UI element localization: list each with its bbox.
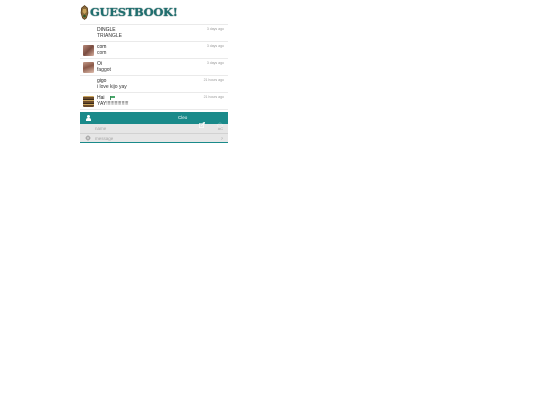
- message-field[interactable]: message ?: [80, 133, 228, 142]
- message-time: 3 days ago: [206, 44, 224, 48]
- message-time: 3 days ago: [206, 27, 224, 31]
- user-toolbar: Cleo: [80, 112, 228, 129]
- guestbook-logo: GUESTBOOK!: [90, 5, 178, 19]
- message-text: faggot: [97, 67, 111, 73]
- message-item: DINGLE TRIANGLE 3 days ago: [80, 25, 228, 42]
- message-placeholder: message: [95, 136, 114, 141]
- gear-icon[interactable]: [85, 135, 91, 141]
- post-form: name #C message ?: [80, 124, 228, 143]
- name-field[interactable]: name #C: [80, 124, 228, 133]
- message-text: com: [97, 50, 107, 56]
- name-tag: #C: [217, 126, 223, 131]
- message-text: i love kijo yay: [97, 84, 127, 90]
- username-label[interactable]: Cleo: [178, 115, 187, 120]
- message-list: DINGLE TRIANGLE 3 days ago com com 3 day…: [80, 24, 228, 110]
- message-time: 21 hours ago: [203, 95, 224, 99]
- message-item: Oi faggot 3 days ago: [80, 59, 228, 76]
- flag-icon: [109, 96, 115, 100]
- power-icon[interactable]: [217, 115, 223, 129]
- user-icon[interactable]: [86, 115, 91, 121]
- message-text: YAY!!!!!!!!!!!!!!!!: [97, 101, 129, 107]
- message-tag: ?: [220, 136, 223, 141]
- message-time: 21 hours ago: [203, 78, 224, 82]
- lion-emblem-icon: [80, 4, 89, 20]
- guestbook-header: GUESTBOOK!: [80, 0, 228, 24]
- message-item: com com 3 days ago: [80, 42, 228, 59]
- name-placeholder: name: [95, 126, 107, 131]
- message-text: TRIANGLE: [97, 33, 123, 39]
- message-time: 3 days ago: [206, 61, 224, 65]
- edit-icon[interactable]: [199, 115, 205, 128]
- guestbook-widget: GUESTBOOK! DINGLE TRIANGLE 3 days ago co…: [80, 0, 228, 143]
- avatar: [83, 45, 94, 56]
- avatar: [83, 96, 94, 107]
- avatar: [83, 62, 94, 73]
- message-item: Hai YAY!!!!!!!!!!!!!!!! 21 hours ago: [80, 93, 228, 110]
- message-item: gigo i love kijo yay 21 hours ago: [80, 76, 228, 93]
